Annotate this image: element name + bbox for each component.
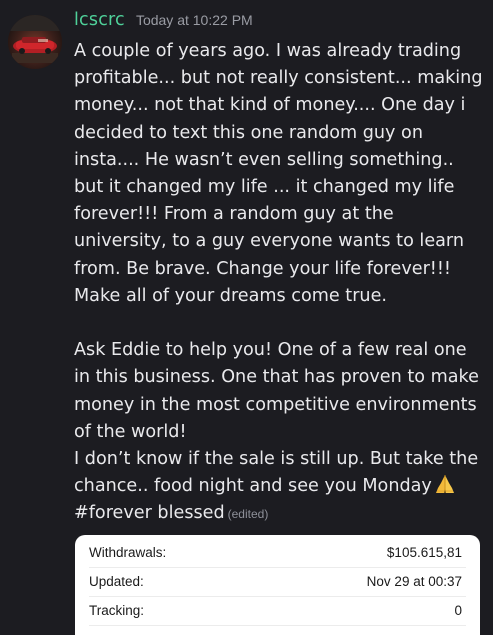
updated-label: Updated:: [89, 574, 144, 589]
timestamp: Today at 10:22 PM: [135, 12, 253, 28]
card-row-updated: Updated: Nov 29 at 00:37: [89, 574, 462, 594]
card-row-tracking: Tracking: 0: [89, 603, 462, 623]
tracking-label: Tracking:: [89, 603, 145, 618]
avatar[interactable]: [8, 15, 62, 69]
message-content: A couple of years ago. I was already tra…: [74, 38, 486, 529]
card-row-withdrawals: Withdrawals: $105.615,81: [89, 545, 462, 565]
folded-hands-icon: [434, 474, 456, 494]
withdrawals-card: Withdrawals: $105.615,81 Updated: Nov 29…: [75, 535, 480, 635]
edited-label: (edited): [227, 507, 269, 522]
message-header: lcscrc Today at 10:22 PM: [74, 10, 253, 38]
message-paragraph-3: I don’t know if the sale is still up. Bu…: [74, 446, 486, 500]
card-divider: [89, 596, 466, 597]
withdrawals-value: $105.615,81: [386, 545, 462, 560]
hashtag-text: #forever blessed: [74, 503, 225, 524]
message-paragraph-3-text: I don’t know if the sale is still up. Bu…: [74, 449, 479, 497]
tracking-value: 0: [454, 603, 462, 618]
withdrawals-label: Withdrawals:: [89, 545, 167, 560]
avatar-image: [8, 15, 62, 69]
message-paragraph-1: A couple of years ago. I was already tra…: [74, 41, 483, 306]
message-paragraph-4: #forever blessed (edited): [74, 500, 486, 528]
chat-message: lcscrc Today at 10:22 PM A couple of yea…: [0, 0, 493, 635]
card-divider: [89, 625, 466, 626]
message-paragraph-2: Ask Eddie to help you! One of a few real…: [74, 340, 479, 442]
updated-value: Nov 29 at 00:37: [366, 574, 462, 589]
username[interactable]: lcscrc: [74, 10, 125, 30]
card-divider: [89, 567, 466, 568]
